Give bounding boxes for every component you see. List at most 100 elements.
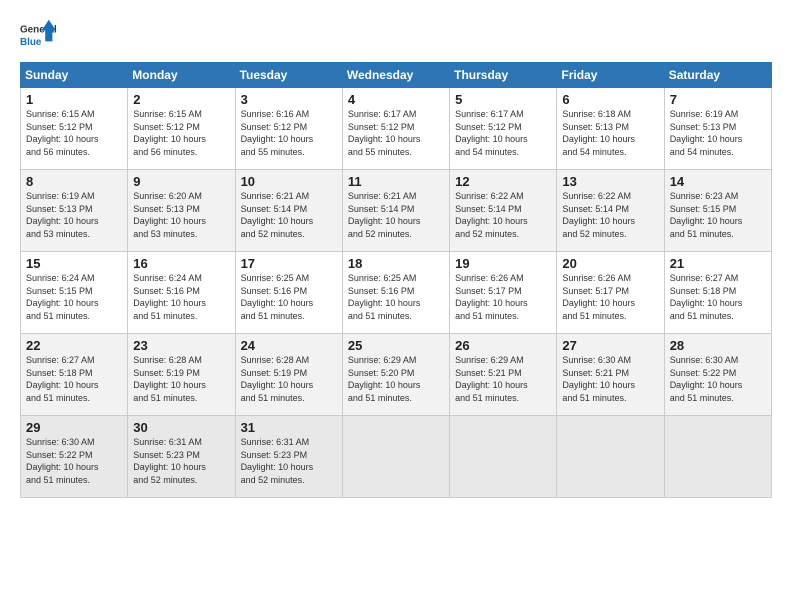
calendar-table: SundayMondayTuesdayWednesdayThursdayFrid… (20, 62, 772, 498)
calendar-week-2: 8Sunrise: 6:19 AM Sunset: 5:13 PM Daylig… (21, 170, 772, 252)
calendar-cell (664, 416, 771, 498)
calendar-cell: 21Sunrise: 6:27 AM Sunset: 5:18 PM Dayli… (664, 252, 771, 334)
day-detail: Sunrise: 6:27 AM Sunset: 5:18 PM Dayligh… (26, 354, 122, 404)
calendar-cell (342, 416, 449, 498)
day-number: 5 (455, 92, 551, 107)
day-detail: Sunrise: 6:23 AM Sunset: 5:15 PM Dayligh… (670, 190, 766, 240)
weekday-header-saturday: Saturday (664, 63, 771, 88)
calendar-cell: 16Sunrise: 6:24 AM Sunset: 5:16 PM Dayli… (128, 252, 235, 334)
calendar-cell: 2Sunrise: 6:15 AM Sunset: 5:12 PM Daylig… (128, 88, 235, 170)
calendar-week-4: 22Sunrise: 6:27 AM Sunset: 5:18 PM Dayli… (21, 334, 772, 416)
weekday-header-wednesday: Wednesday (342, 63, 449, 88)
calendar-week-1: 1Sunrise: 6:15 AM Sunset: 5:12 PM Daylig… (21, 88, 772, 170)
calendar-cell: 24Sunrise: 6:28 AM Sunset: 5:19 PM Dayli… (235, 334, 342, 416)
day-number: 1 (26, 92, 122, 107)
day-number: 19 (455, 256, 551, 271)
day-number: 14 (670, 174, 766, 189)
day-detail: Sunrise: 6:27 AM Sunset: 5:18 PM Dayligh… (670, 272, 766, 322)
logo: General Blue (20, 18, 56, 54)
calendar-cell: 23Sunrise: 6:28 AM Sunset: 5:19 PM Dayli… (128, 334, 235, 416)
day-number: 7 (670, 92, 766, 107)
day-number: 29 (26, 420, 122, 435)
day-number: 10 (241, 174, 337, 189)
day-detail: Sunrise: 6:21 AM Sunset: 5:14 PM Dayligh… (241, 190, 337, 240)
calendar-cell: 14Sunrise: 6:23 AM Sunset: 5:15 PM Dayli… (664, 170, 771, 252)
logo-icon: General Blue (20, 18, 56, 54)
day-number: 8 (26, 174, 122, 189)
day-detail: Sunrise: 6:19 AM Sunset: 5:13 PM Dayligh… (670, 108, 766, 158)
day-detail: Sunrise: 6:20 AM Sunset: 5:13 PM Dayligh… (133, 190, 229, 240)
calendar-week-5: 29Sunrise: 6:30 AM Sunset: 5:22 PM Dayli… (21, 416, 772, 498)
day-detail: Sunrise: 6:17 AM Sunset: 5:12 PM Dayligh… (348, 108, 444, 158)
day-detail: Sunrise: 6:16 AM Sunset: 5:12 PM Dayligh… (241, 108, 337, 158)
day-number: 25 (348, 338, 444, 353)
calendar-cell: 19Sunrise: 6:26 AM Sunset: 5:17 PM Dayli… (450, 252, 557, 334)
calendar-cell: 10Sunrise: 6:21 AM Sunset: 5:14 PM Dayli… (235, 170, 342, 252)
calendar-cell: 8Sunrise: 6:19 AM Sunset: 5:13 PM Daylig… (21, 170, 128, 252)
calendar-cell: 4Sunrise: 6:17 AM Sunset: 5:12 PM Daylig… (342, 88, 449, 170)
day-detail: Sunrise: 6:28 AM Sunset: 5:19 PM Dayligh… (133, 354, 229, 404)
calendar-cell: 1Sunrise: 6:15 AM Sunset: 5:12 PM Daylig… (21, 88, 128, 170)
calendar-cell (450, 416, 557, 498)
calendar-cell: 27Sunrise: 6:30 AM Sunset: 5:21 PM Dayli… (557, 334, 664, 416)
day-number: 30 (133, 420, 229, 435)
day-number: 3 (241, 92, 337, 107)
weekday-header-friday: Friday (557, 63, 664, 88)
day-detail: Sunrise: 6:21 AM Sunset: 5:14 PM Dayligh… (348, 190, 444, 240)
day-detail: Sunrise: 6:26 AM Sunset: 5:17 PM Dayligh… (455, 272, 551, 322)
day-detail: Sunrise: 6:30 AM Sunset: 5:22 PM Dayligh… (670, 354, 766, 404)
day-detail: Sunrise: 6:15 AM Sunset: 5:12 PM Dayligh… (133, 108, 229, 158)
day-detail: Sunrise: 6:31 AM Sunset: 5:23 PM Dayligh… (133, 436, 229, 486)
day-number: 18 (348, 256, 444, 271)
day-detail: Sunrise: 6:18 AM Sunset: 5:13 PM Dayligh… (562, 108, 658, 158)
day-detail: Sunrise: 6:15 AM Sunset: 5:12 PM Dayligh… (26, 108, 122, 158)
calendar-cell: 12Sunrise: 6:22 AM Sunset: 5:14 PM Dayli… (450, 170, 557, 252)
calendar-cell: 7Sunrise: 6:19 AM Sunset: 5:13 PM Daylig… (664, 88, 771, 170)
calendar-cell: 17Sunrise: 6:25 AM Sunset: 5:16 PM Dayli… (235, 252, 342, 334)
day-number: 26 (455, 338, 551, 353)
calendar-cell: 30Sunrise: 6:31 AM Sunset: 5:23 PM Dayli… (128, 416, 235, 498)
day-number: 4 (348, 92, 444, 107)
day-detail: Sunrise: 6:24 AM Sunset: 5:16 PM Dayligh… (133, 272, 229, 322)
calendar-cell: 9Sunrise: 6:20 AM Sunset: 5:13 PM Daylig… (128, 170, 235, 252)
day-number: 11 (348, 174, 444, 189)
day-number: 21 (670, 256, 766, 271)
day-detail: Sunrise: 6:30 AM Sunset: 5:21 PM Dayligh… (562, 354, 658, 404)
day-detail: Sunrise: 6:29 AM Sunset: 5:20 PM Dayligh… (348, 354, 444, 404)
calendar-cell: 13Sunrise: 6:22 AM Sunset: 5:14 PM Dayli… (557, 170, 664, 252)
calendar-cell: 22Sunrise: 6:27 AM Sunset: 5:18 PM Dayli… (21, 334, 128, 416)
day-detail: Sunrise: 6:22 AM Sunset: 5:14 PM Dayligh… (455, 190, 551, 240)
calendar-cell: 28Sunrise: 6:30 AM Sunset: 5:22 PM Dayli… (664, 334, 771, 416)
weekday-header-sunday: Sunday (21, 63, 128, 88)
day-number: 22 (26, 338, 122, 353)
calendar-cell: 18Sunrise: 6:25 AM Sunset: 5:16 PM Dayli… (342, 252, 449, 334)
day-number: 27 (562, 338, 658, 353)
day-number: 24 (241, 338, 337, 353)
day-number: 17 (241, 256, 337, 271)
day-number: 6 (562, 92, 658, 107)
day-detail: Sunrise: 6:29 AM Sunset: 5:21 PM Dayligh… (455, 354, 551, 404)
day-detail: Sunrise: 6:28 AM Sunset: 5:19 PM Dayligh… (241, 354, 337, 404)
calendar-header-row: SundayMondayTuesdayWednesdayThursdayFrid… (21, 63, 772, 88)
calendar-cell: 29Sunrise: 6:30 AM Sunset: 5:22 PM Dayli… (21, 416, 128, 498)
weekday-header-thursday: Thursday (450, 63, 557, 88)
calendar-cell: 3Sunrise: 6:16 AM Sunset: 5:12 PM Daylig… (235, 88, 342, 170)
day-number: 12 (455, 174, 551, 189)
calendar-cell: 20Sunrise: 6:26 AM Sunset: 5:17 PM Dayli… (557, 252, 664, 334)
day-detail: Sunrise: 6:25 AM Sunset: 5:16 PM Dayligh… (348, 272, 444, 322)
calendar-cell: 11Sunrise: 6:21 AM Sunset: 5:14 PM Dayli… (342, 170, 449, 252)
day-detail: Sunrise: 6:31 AM Sunset: 5:23 PM Dayligh… (241, 436, 337, 486)
day-number: 15 (26, 256, 122, 271)
calendar-cell: 6Sunrise: 6:18 AM Sunset: 5:13 PM Daylig… (557, 88, 664, 170)
day-detail: Sunrise: 6:25 AM Sunset: 5:16 PM Dayligh… (241, 272, 337, 322)
weekday-header-tuesday: Tuesday (235, 63, 342, 88)
day-detail: Sunrise: 6:19 AM Sunset: 5:13 PM Dayligh… (26, 190, 122, 240)
day-number: 31 (241, 420, 337, 435)
svg-text:Blue: Blue (20, 37, 42, 48)
day-number: 23 (133, 338, 229, 353)
day-detail: Sunrise: 6:24 AM Sunset: 5:15 PM Dayligh… (26, 272, 122, 322)
day-number: 16 (133, 256, 229, 271)
calendar-cell (557, 416, 664, 498)
day-detail: Sunrise: 6:26 AM Sunset: 5:17 PM Dayligh… (562, 272, 658, 322)
calendar-cell: 26Sunrise: 6:29 AM Sunset: 5:21 PM Dayli… (450, 334, 557, 416)
